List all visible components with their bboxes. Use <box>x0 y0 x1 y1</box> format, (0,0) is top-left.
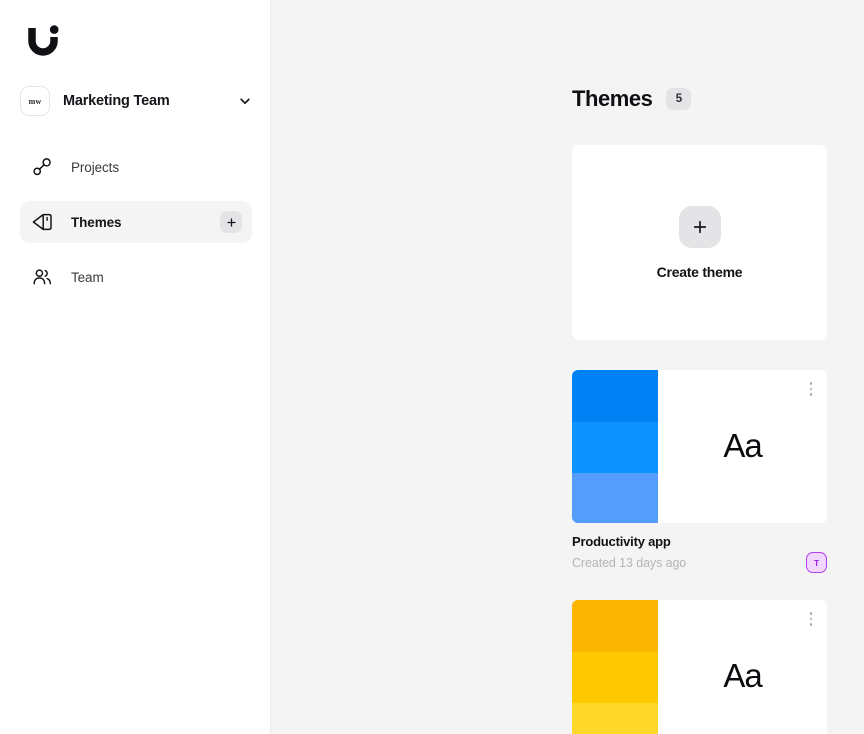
theme-card[interactable]: Aa <box>572 370 827 523</box>
sidebar-item-team[interactable]: Team <box>20 256 252 298</box>
sidebar-item-label: Themes <box>71 214 122 230</box>
typeface-preview: Aa <box>723 656 762 694</box>
projects-icon <box>31 156 53 178</box>
more-vertical-icon[interactable] <box>803 607 819 631</box>
theme-card[interactable]: Aa <box>572 600 827 734</box>
swatch <box>572 652 658 703</box>
theme-name: Productivity app <box>572 534 671 549</box>
swatch <box>572 472 658 523</box>
sidebar-item-label: Team <box>71 269 104 285</box>
theme-cell: Aa Travel App Created 29 days ago MG <box>572 600 827 734</box>
add-theme-button[interactable] <box>220 211 242 233</box>
page-title: Themes <box>572 86 653 111</box>
chevron-down-icon[interactable] <box>238 94 252 108</box>
page-header: Themes 5 <box>572 86 692 112</box>
themes-grid: Create theme Aa Productivity app Created… <box>572 145 864 734</box>
typeface-preview: Aa <box>723 426 762 464</box>
theme-swatches <box>572 370 658 523</box>
themes-icon <box>31 211 53 233</box>
sidebar-item-projects[interactable]: Projects <box>20 146 252 188</box>
swatch <box>572 370 658 423</box>
team-switcher[interactable]: mw Marketing Team <box>20 82 252 120</box>
sidebar-item-themes[interactable]: Themes <box>20 201 252 243</box>
app-root: mw Marketing Team Projects Themes Team T… <box>0 0 864 734</box>
swatch <box>572 600 658 653</box>
theme-swatches <box>572 600 658 734</box>
swatch <box>572 702 658 734</box>
team-name: Marketing Team <box>63 93 170 109</box>
swatch <box>572 422 658 473</box>
sidebar-nav: Projects Themes Team <box>20 146 252 311</box>
theme-cell: Aa Productivity app Created 13 days ago … <box>572 370 827 573</box>
main-content: Themes 5 Create theme Aa Productivity ap… <box>271 0 864 734</box>
team-icon <box>31 266 53 288</box>
theme-meta: Productivity app Created 13 days ago T <box>572 534 827 573</box>
themes-count-badge: 5 <box>666 88 692 110</box>
sidebar-item-label: Projects <box>71 159 119 175</box>
create-theme-card[interactable]: Create theme <box>572 145 827 340</box>
create-theme-cell: Create theme <box>572 145 827 340</box>
more-vertical-icon[interactable] <box>803 377 819 401</box>
team-avatar: mw <box>20 86 50 116</box>
sidebar: mw Marketing Team Projects Themes Team <box>0 0 271 734</box>
plus-icon <box>678 205 721 248</box>
theme-subtitle: Created 13 days ago <box>572 556 687 570</box>
create-theme-label: Create theme <box>656 263 743 280</box>
avatar[interactable]: T <box>806 552 827 573</box>
ui-logo-icon[interactable] <box>28 24 64 58</box>
